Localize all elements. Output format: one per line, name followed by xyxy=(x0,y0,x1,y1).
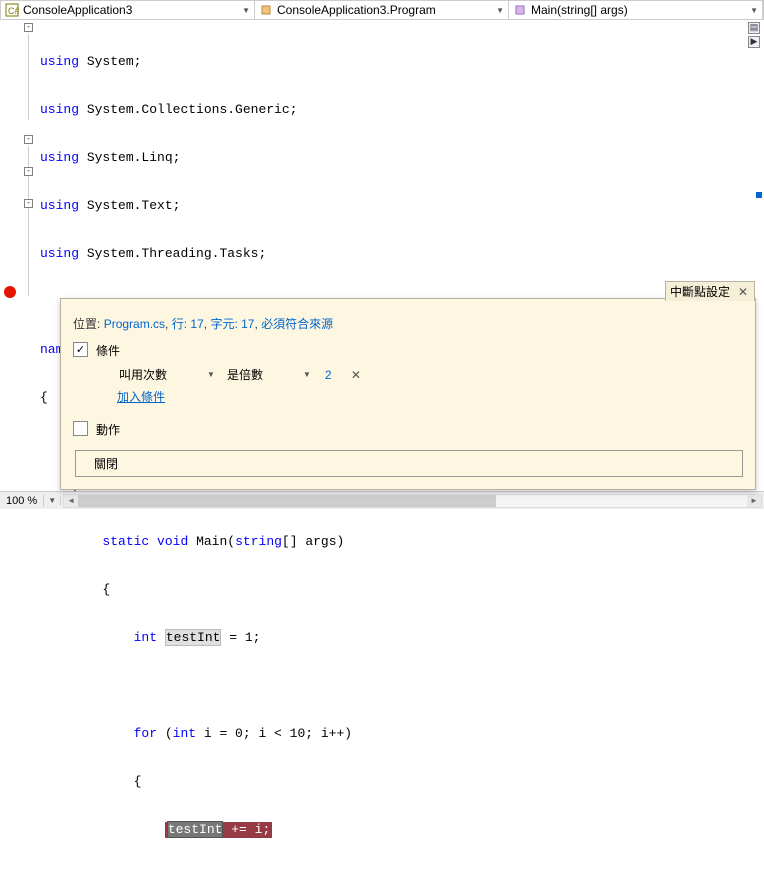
chevron-down-icon: ▼ xyxy=(207,370,215,379)
add-condition-link[interactable]: 加入條件 xyxy=(117,388,165,405)
outline-gutter[interactable]: - - - - xyxy=(22,20,38,490)
class-icon xyxy=(259,3,273,17)
scrollbar-thumb[interactable] xyxy=(78,495,496,507)
chevron-down-icon: ▼ xyxy=(303,370,311,379)
panel-title: 中斷點設定 xyxy=(670,283,730,300)
horizontal-scrollbar[interactable]: ◄ ► xyxy=(63,494,762,508)
collapse-toggle[interactable]: - xyxy=(24,199,33,208)
breakpoint-location: 位置: Program.cs, 行: 17, 字元: 17, 必須符合來源 xyxy=(73,315,743,332)
breakpoint-marker[interactable] xyxy=(4,286,16,298)
csharp-icon: C# xyxy=(5,3,19,17)
nav-method[interactable]: Main(string[] args) ▼ xyxy=(509,1,763,19)
close-button[interactable]: 關閉 xyxy=(75,450,743,477)
conditions-label: 條件 xyxy=(96,342,120,359)
condition-op-dropdown[interactable]: 是倍數 ▼ xyxy=(225,365,313,384)
collapse-toggle[interactable]: - xyxy=(24,167,33,176)
scroll-left-icon[interactable]: ◄ xyxy=(64,495,78,507)
panel-titlebar: 中斷點設定 ✕ xyxy=(665,281,755,301)
breakpoint-settings-panel: 中斷點設定 ✕ 位置: Program.cs, 行: 17, 字元: 17, 必… xyxy=(60,298,756,490)
close-icon[interactable]: ✕ xyxy=(736,285,750,299)
nav-class[interactable]: ConsoleApplication3.Program ▼ xyxy=(255,1,509,19)
nav-right-icon[interactable]: ▶ xyxy=(748,36,760,48)
scroll-right-icon[interactable]: ► xyxy=(747,495,761,507)
collapse-toggle[interactable]: - xyxy=(24,135,33,144)
split-icon[interactable]: ▤ xyxy=(748,22,760,34)
editor-right-margin: ▤ ▶ xyxy=(748,20,762,48)
nav-project[interactable]: C# ConsoleApplication3 ▼ xyxy=(1,1,255,19)
zoom-chevron-icon[interactable]: ▼ xyxy=(44,496,61,505)
nav-method-label: Main(string[] args) xyxy=(531,3,628,17)
file-link[interactable]: Program.cs xyxy=(104,317,165,331)
chevron-down-icon[interactable]: ▼ xyxy=(750,6,758,15)
line-link[interactable]: 行: 17 xyxy=(172,317,204,331)
nav-class-label: ConsoleApplication3.Program xyxy=(277,3,436,17)
remove-condition-icon[interactable]: ✕ xyxy=(347,368,365,382)
actions-checkbox[interactable] xyxy=(73,421,88,436)
status-bar: 100 % ▼ ◄ ► xyxy=(0,491,764,509)
must-match-link[interactable]: 必須符合來源 xyxy=(261,317,333,331)
condition-type-dropdown[interactable]: 叫用次數 ▼ xyxy=(117,365,217,384)
breadcrumb: C# ConsoleApplication3 ▼ ConsoleApplicat… xyxy=(0,0,764,20)
nav-project-label: ConsoleApplication3 xyxy=(23,3,132,17)
chevron-down-icon[interactable]: ▼ xyxy=(242,6,250,15)
actions-label: 動作 xyxy=(96,421,120,438)
zoom-level[interactable]: 100 % xyxy=(0,495,44,507)
method-icon xyxy=(513,3,527,17)
breakpoint-gutter[interactable] xyxy=(0,20,22,490)
conditions-checkbox[interactable] xyxy=(73,342,88,357)
collapse-toggle[interactable]: - xyxy=(24,23,33,32)
breakpoint-line[interactable]: testInt += i; xyxy=(40,822,764,838)
svg-text:C#: C# xyxy=(8,6,19,16)
condition-value-input[interactable]: 2 xyxy=(321,368,339,382)
chevron-down-icon[interactable]: ▼ xyxy=(496,6,504,15)
char-link[interactable]: 字元: 17 xyxy=(210,317,254,331)
